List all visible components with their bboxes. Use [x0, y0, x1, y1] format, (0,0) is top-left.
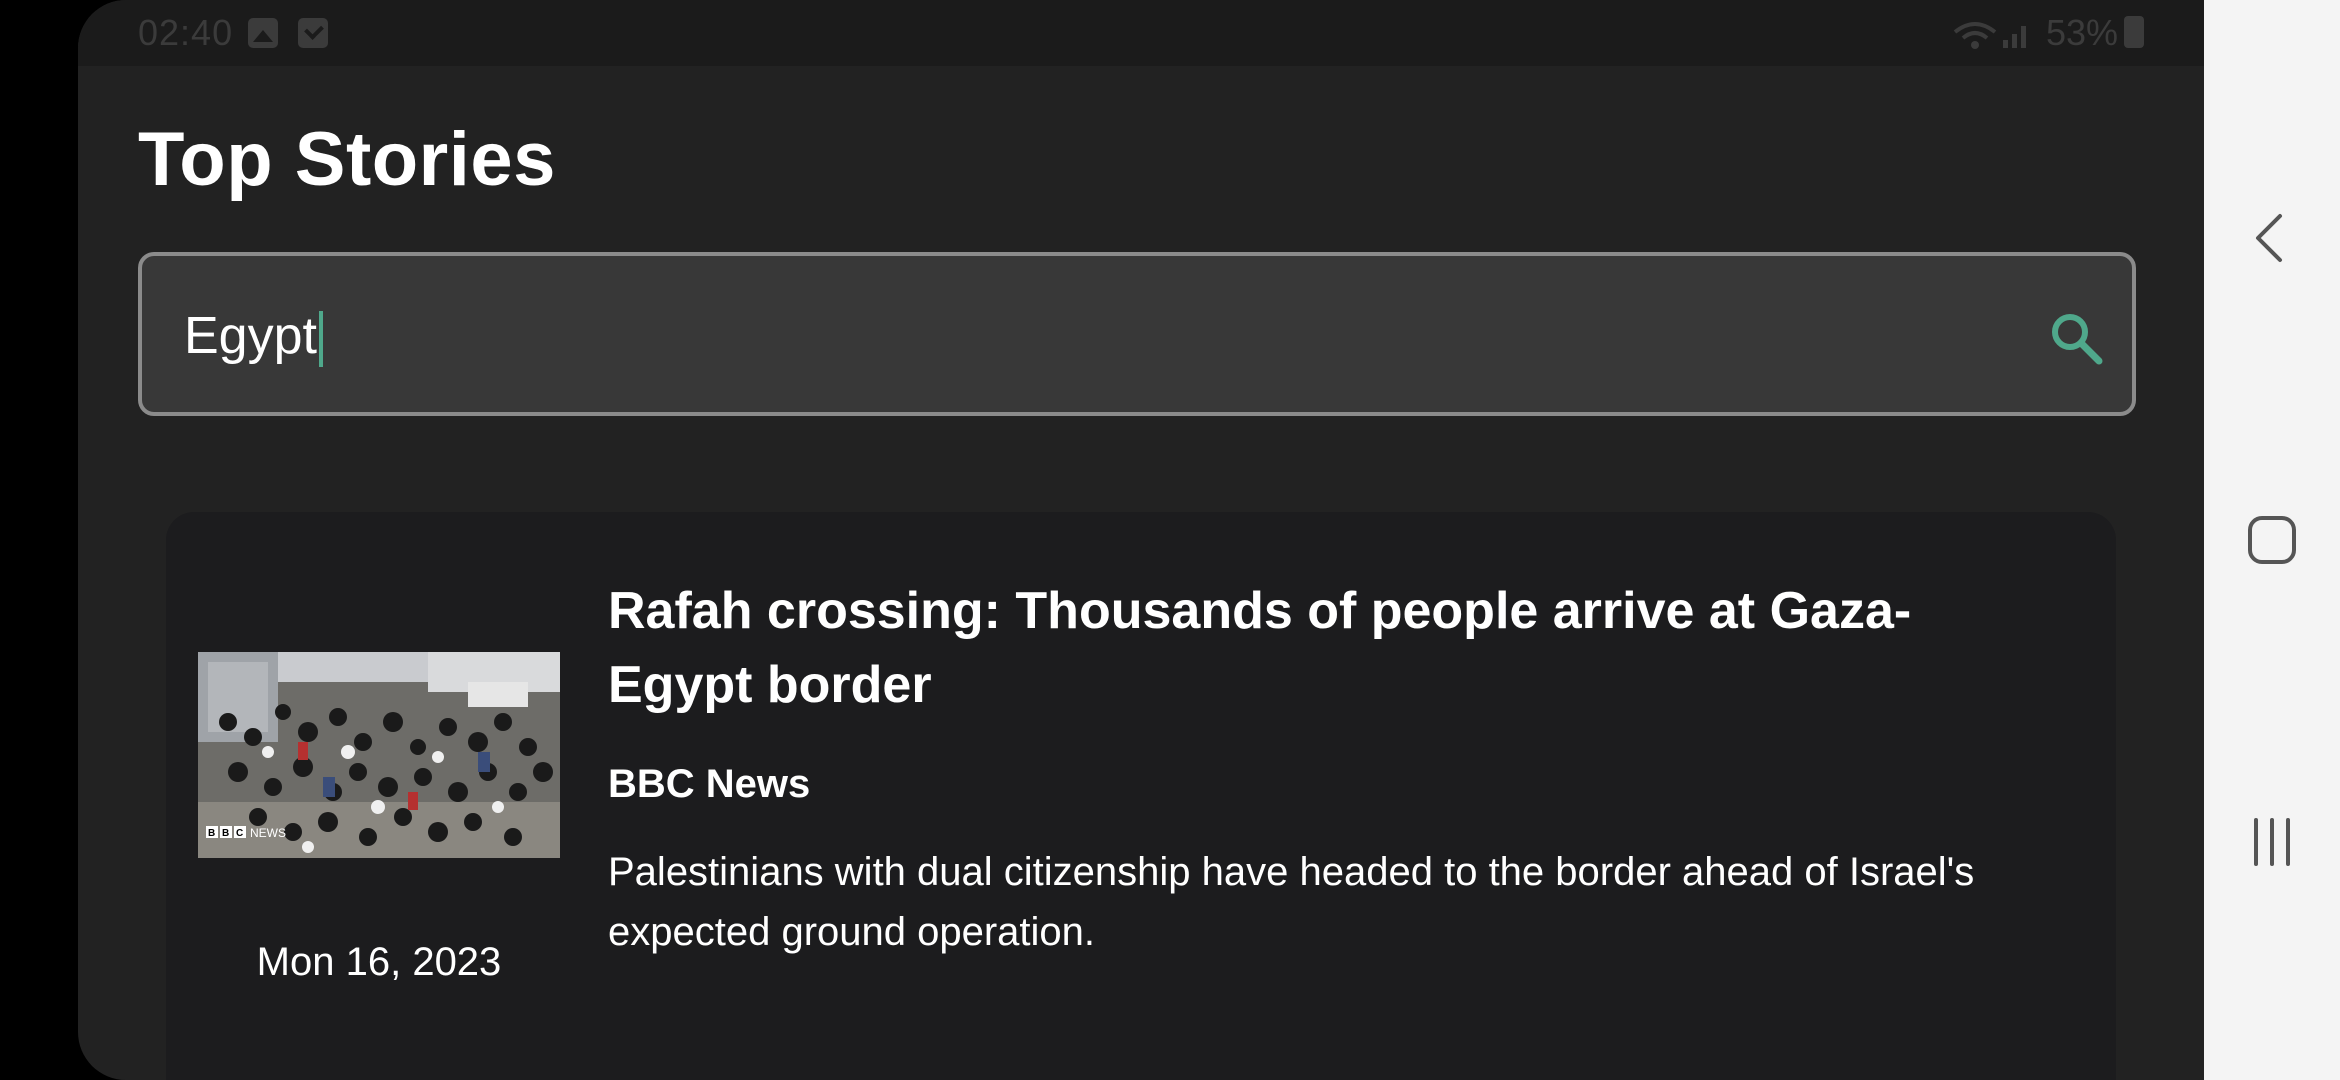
search-input-wrapper: Egypt [184, 306, 323, 368]
svg-text:B: B [208, 828, 215, 839]
article-headline[interactable]: Rafah crossing: Thousands of people arri… [608, 574, 2008, 722]
system-navigation-bar [2204, 0, 2340, 1080]
svg-text:C: C [236, 828, 243, 839]
article-card[interactable]: B B C NEWS Mon 16, 2023 Rafah crossing: … [166, 512, 2116, 1080]
search-field[interactable]: Egypt [138, 252, 2136, 416]
svg-text:B: B [222, 828, 229, 839]
svg-text:NEWS: NEWS [250, 826, 286, 840]
search-input[interactable]: Egypt [184, 307, 317, 365]
checkbox-notification-icon [298, 18, 328, 48]
battery-icon [2124, 16, 2144, 48]
text-cursor [318, 311, 323, 368]
home-icon[interactable] [2242, 510, 2302, 570]
search-icon[interactable] [2048, 310, 2104, 366]
status-time: 02:40 [138, 12, 234, 53]
back-icon[interactable] [2242, 208, 2302, 268]
status-bar: 02:40 53% [78, 0, 2204, 66]
article-thumbnail[interactable]: B B C NEWS [198, 652, 560, 858]
article-source: BBC News [608, 762, 811, 806]
gallery-notification-icon [248, 18, 278, 48]
article-date: Mon 16, 2023 [256, 940, 502, 984]
battery-percentage: 53% [2046, 12, 2119, 53]
news-app: 02:40 53% Top Stories Egypt B B C NEWS M… [78, 0, 2204, 1080]
bbc-news-watermark: B B C NEWS [206, 826, 286, 840]
wifi-signal-icon [1953, 22, 2026, 49]
screen: 02:40 53% Top Stories Egypt B B C NEWS M… [0, 0, 2340, 1080]
crowd-photo-image: B B C NEWS [198, 652, 560, 858]
page-title: Top Stories [138, 117, 556, 202]
recents-icon[interactable] [2242, 812, 2302, 872]
article-description: Palestinians with dual citizenship have … [608, 850, 1975, 954]
